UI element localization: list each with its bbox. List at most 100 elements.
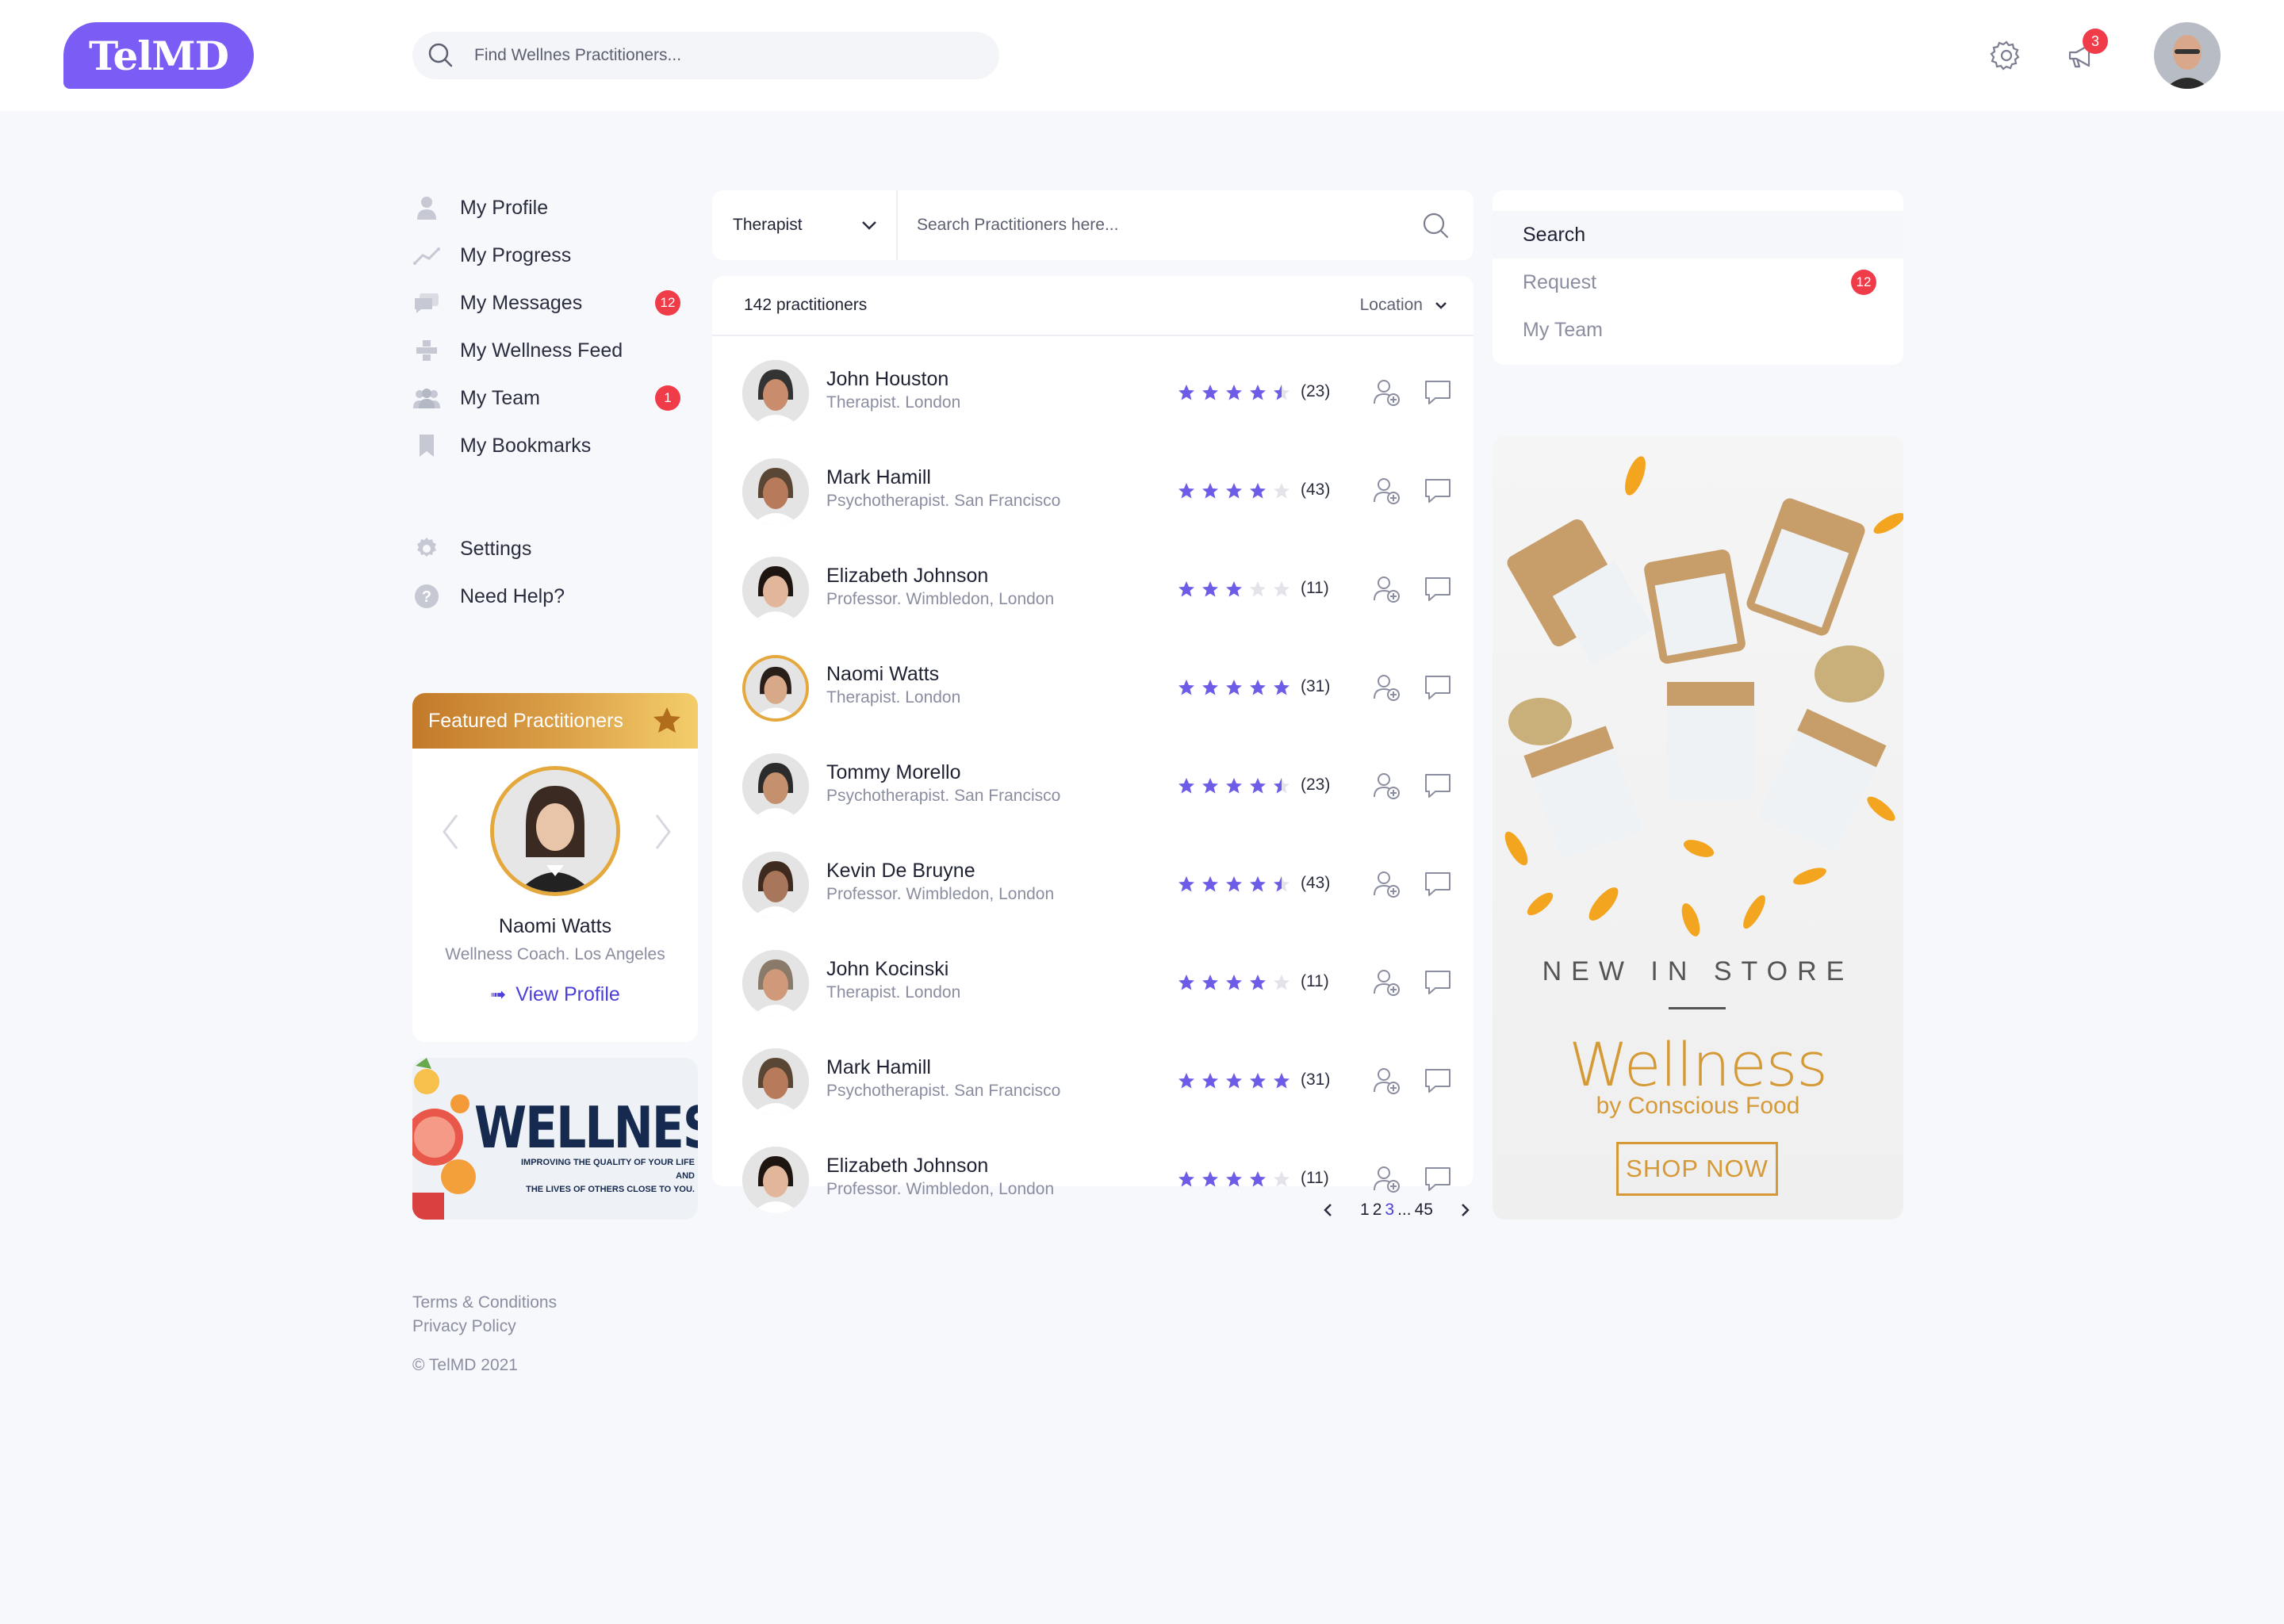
store-ad-subtitle: by Conscious Food — [1596, 1093, 1800, 1119]
list-item[interactable]: Naomi Watts Therapist. London (31) — [712, 655, 1473, 753]
practitioner-name[interactable]: Tommy Morello — [826, 761, 960, 784]
list-item[interactable]: Tommy Morello Psychotherapist. San Franci… — [712, 753, 1473, 852]
practitioner-name[interactable]: Naomi Watts — [826, 663, 939, 686]
star-icon — [1274, 975, 1290, 990]
tab-request[interactable]: Request 12 — [1493, 259, 1903, 306]
star-icon — [1226, 385, 1242, 400]
review-count: (23) — [1301, 776, 1331, 794]
sidebar-item-my-team[interactable]: My Team 1 — [412, 374, 682, 422]
list-item[interactable]: Kevin De Bruyne Professor. Wimbledon, Lon… — [712, 852, 1473, 950]
store-ad-banner[interactable]: NEW IN STORE Wellness by Conscious Food … — [1493, 436, 1903, 1220]
featured-name: Naomi Watts — [498, 915, 612, 937]
chevron-right-icon[interactable] — [650, 812, 674, 852]
page-last[interactable]: 45 — [1415, 1201, 1433, 1220]
practitioner-name[interactable]: Mark Hamill — [826, 1056, 931, 1079]
user-avatar[interactable] — [2154, 22, 2221, 89]
message-icon[interactable] — [1423, 377, 1453, 408]
top-bar: TelMD 3 — [0, 0, 2284, 111]
practitioner-name[interactable]: Elizabeth Johnson — [826, 565, 988, 588]
practitioner-filter-bar: Therapist — [712, 190, 1473, 260]
store-ad-title: Wellness — [1569, 1029, 1828, 1100]
review-count: (31) — [1301, 1071, 1331, 1089]
star-icon — [1202, 483, 1218, 499]
featured-avatar[interactable] — [490, 766, 620, 896]
rating-stars — [1178, 581, 1290, 597]
practitioner-name[interactable]: John Kocinski — [826, 958, 948, 981]
practitioner-name[interactable]: John Houston — [826, 368, 948, 391]
list-item[interactable]: Elizabeth Johnson Professor. Wimbledon, L… — [712, 557, 1473, 655]
page-2[interactable]: 2 — [1373, 1201, 1382, 1220]
chevron-right-icon[interactable] — [1456, 1201, 1473, 1219]
global-search[interactable] — [412, 32, 999, 79]
message-icon[interactable] — [1423, 574, 1453, 604]
star-icon — [1226, 876, 1242, 892]
message-icon[interactable] — [1423, 869, 1453, 899]
message-icon[interactable] — [1423, 1066, 1453, 1096]
practitioner-search-input[interactable] — [898, 190, 1420, 260]
location-filter[interactable]: Location — [1360, 296, 1450, 315]
add-to-team-icon[interactable] — [1372, 869, 1402, 899]
practitioner-avatar[interactable] — [742, 753, 809, 820]
practitioner-avatar[interactable] — [742, 950, 809, 1017]
practitioner-avatar[interactable] — [742, 655, 809, 722]
wellness-ad-banner[interactable]: WELLNESS IMPROVING THE QUALITY OF YOUR L… — [412, 1058, 698, 1220]
add-to-team-icon[interactable] — [1372, 967, 1402, 998]
practitioner-rows: John Houston Therapist. London (23) Mark Ha… — [712, 360, 1473, 1245]
sidebar-item-settings[interactable]: Settings — [412, 525, 682, 573]
star-icon — [1274, 680, 1290, 695]
practitioner-avatar[interactable] — [742, 458, 809, 525]
message-icon[interactable] — [1423, 967, 1453, 998]
notification-badge: 3 — [2083, 29, 2108, 54]
chevron-left-icon[interactable] — [439, 812, 463, 852]
star-icon — [1250, 778, 1266, 794]
global-search-input[interactable] — [474, 46, 950, 65]
add-to-team-icon[interactable] — [1372, 771, 1402, 801]
message-icon[interactable] — [1423, 771, 1453, 801]
practitioner-avatar[interactable] — [742, 360, 809, 427]
wellness-ad-subtitle: IMPROVING THE QUALITY OF YOUR LIFE AND T… — [521, 1158, 695, 1194]
practitioner-name[interactable]: Elizabeth Johnson — [826, 1155, 988, 1178]
list-item[interactable]: Mark Hamill Psychotherapist. San Francisc… — [712, 1048, 1473, 1147]
page-1[interactable]: 1 — [1360, 1201, 1370, 1220]
list-item[interactable]: John Houston Therapist. London (23) — [712, 360, 1473, 458]
add-to-team-icon[interactable] — [1372, 672, 1402, 703]
terms-link[interactable]: Terms & Conditions — [412, 1291, 557, 1315]
chevron-left-icon[interactable] — [1320, 1201, 1337, 1219]
star-icon — [1226, 778, 1242, 794]
add-to-team-icon[interactable] — [1372, 1066, 1402, 1096]
privacy-link[interactable]: Privacy Policy — [412, 1315, 557, 1339]
practitioner-name[interactable]: Kevin De Bruyne — [826, 860, 975, 883]
practitioner-name[interactable]: Mark Hamill — [826, 466, 931, 489]
message-icon[interactable] — [1423, 1164, 1453, 1194]
add-to-team-icon[interactable] — [1372, 574, 1402, 604]
search-icon[interactable] — [1420, 209, 1451, 241]
tab-my-team[interactable]: My Team — [1493, 306, 1903, 354]
sidebar-item-need-help[interactable]: ? Need Help? — [412, 573, 682, 620]
sidebar-item-my-bookmarks[interactable]: My Bookmarks — [412, 422, 682, 469]
practitioner-avatar[interactable] — [742, 557, 809, 623]
add-to-team-icon[interactable] — [1372, 1164, 1402, 1194]
app-logo[interactable]: TelMD — [63, 22, 254, 89]
tab-search[interactable]: Search — [1493, 211, 1903, 259]
list-item[interactable]: John Kocinski Therapist. London (11) — [712, 950, 1473, 1048]
star-icon — [653, 707, 680, 733]
sidebar-item-my-progress[interactable]: My Progress — [412, 232, 682, 279]
star-icon — [1226, 483, 1242, 499]
view-profile-link[interactable]: ➟ View Profile — [412, 983, 698, 1006]
page-3[interactable]: 3 — [1385, 1201, 1394, 1220]
category-select[interactable]: Therapist — [712, 190, 898, 260]
message-icon[interactable] — [1423, 672, 1453, 703]
add-to-team-icon[interactable] — [1372, 476, 1402, 506]
sidebar-item-my-messages[interactable]: My Messages 12 — [412, 279, 682, 327]
shop-now-button[interactable]: SHOP NOW — [1616, 1142, 1778, 1196]
message-icon[interactable] — [1423, 476, 1453, 506]
sidebar-item-my-profile[interactable]: My Profile — [412, 184, 682, 232]
practitioner-avatar[interactable] — [742, 1048, 809, 1115]
sidebar-item-my-wellness-feed[interactable]: My Wellness Feed — [412, 327, 682, 374]
star-icon — [1274, 385, 1290, 400]
practitioner-avatar[interactable] — [742, 852, 809, 918]
gear-icon[interactable] — [1989, 38, 2024, 73]
add-to-team-icon[interactable] — [1372, 377, 1402, 408]
list-item[interactable]: Mark Hamill Psychotherapist. San Francisc… — [712, 458, 1473, 557]
practitioner-avatar[interactable] — [742, 1147, 809, 1213]
